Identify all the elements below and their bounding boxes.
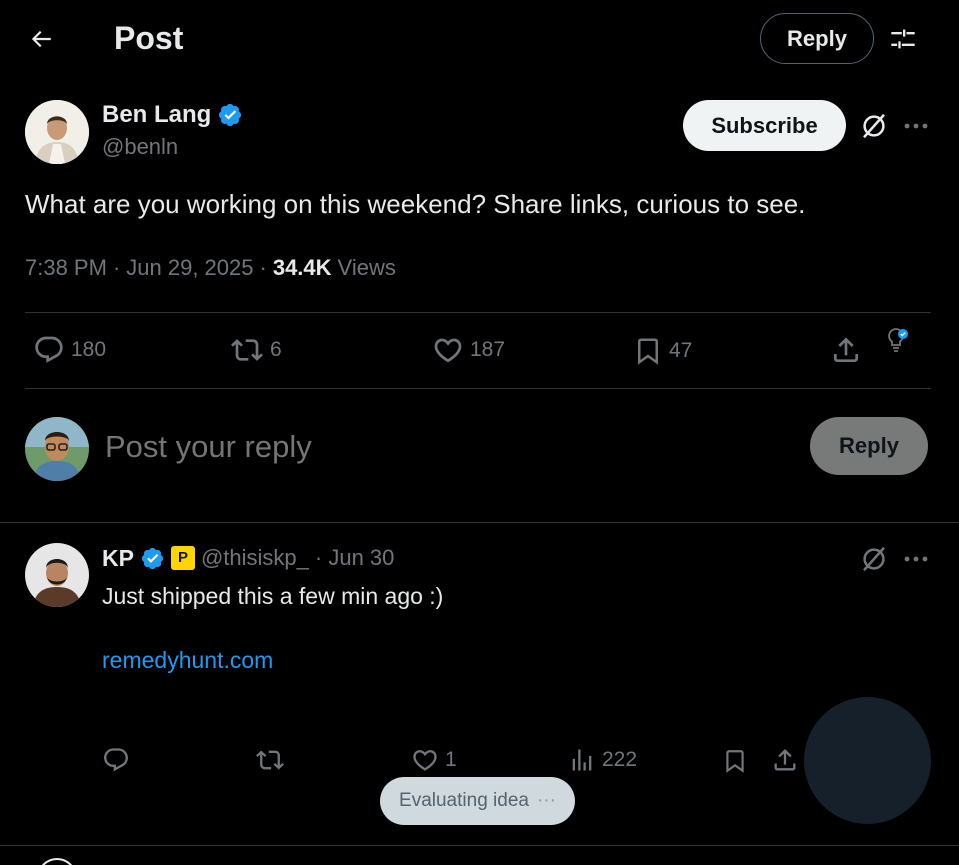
reply-author-name[interactable]: KP [102,543,134,573]
repost-count: 6 [270,338,282,361]
heart-icon [413,750,437,771]
header-reply-button[interactable]: Reply [760,13,874,64]
lightbulb-icon [888,328,908,352]
sliders-icon [891,29,915,49]
toast-text: Evaluating idea [399,790,529,811]
page-title: Post [114,20,184,56]
floating-action-button[interactable] [804,697,931,824]
views-count: 34.4K [272,255,332,280]
back-button[interactable] [22,20,60,58]
reply-share-action[interactable] [771,746,799,774]
divider [0,522,959,523]
subscribe-button[interactable]: Subscribe [683,100,846,151]
like-count: 187 [470,338,506,361]
arrow-left-icon [31,30,51,48]
post-time[interactable]: 7:38 PM [25,253,107,283]
share-icon [834,337,858,362]
comment-icon [104,748,128,772]
repost-icon [231,339,263,361]
repost-action[interactable]: 6 [230,334,282,366]
reply-more-button[interactable] [898,543,934,575]
reply-text: Just shipped this a few min ago :) [102,583,444,609]
post-text: What are you working on this weekend? Sh… [25,189,806,219]
author-avatar[interactable] [25,100,89,164]
evaluating-toast: Evaluating idea ··· [380,777,575,825]
post-date[interactable]: Jun 29, 2025 [126,253,253,283]
divider [0,845,959,846]
repost-icon [256,750,284,770]
reply-like-action[interactable]: 1 [411,746,457,774]
reply-author-handle[interactable]: @thisiskp_ [201,543,309,573]
reply-submit-button[interactable]: Reply [810,417,928,475]
reply-like-count: 1 [445,748,457,771]
verified-badge-icon [219,103,242,127]
reply-action[interactable]: 180 [33,334,106,366]
share-action[interactable] [830,334,862,366]
heart-icon [434,338,462,363]
like-action[interactable]: 187 [432,334,505,366]
reply-repost-action[interactable] [255,746,285,774]
grok-button[interactable] [856,108,892,144]
more-horizontal-icon [904,556,928,562]
bookmark-count: 47 [669,339,693,362]
bookmark-action[interactable]: 47 [633,334,692,368]
grok-icon [863,546,885,572]
post-meta: 7:38 PM · Jun 29, 2025 · 34.4K Views [25,253,396,283]
next-reply-avatar[interactable] [37,858,77,865]
grok-icon [863,113,885,139]
bar-chart-icon [572,749,592,771]
reply-bookmark-action[interactable] [722,746,748,776]
author-handle[interactable]: @benln [102,133,178,161]
filter-button[interactable] [884,20,922,58]
reply-author-avatar[interactable] [25,543,89,607]
reply-reply-action[interactable] [102,746,130,774]
author-name[interactable]: Ben Lang [102,100,211,130]
more-button[interactable] [898,110,934,142]
reply-grok-button[interactable] [856,541,892,577]
views-label: Views [337,255,396,280]
reply-input[interactable] [105,425,705,469]
reply-date[interactable]: · Jun 30 [315,543,395,573]
reply-views-count: 222 [602,748,638,771]
idea-action[interactable] [884,326,912,358]
affiliate-badge: P [170,546,195,570]
bookmark-icon [726,750,744,773]
comment-icon [35,336,63,363]
bookmark-icon [638,338,658,365]
divider [25,312,931,313]
reply-views-action[interactable]: 222 [568,746,637,774]
divider [25,388,931,389]
share-icon [774,749,796,771]
toast-dots: ··· [536,790,556,811]
reply-count: 180 [71,338,107,361]
current-user-avatar[interactable] [25,417,89,481]
more-horizontal-icon [904,123,928,129]
verified-badge-icon [141,547,164,569]
reply-link[interactable]: remedyhunt.com [102,645,273,675]
